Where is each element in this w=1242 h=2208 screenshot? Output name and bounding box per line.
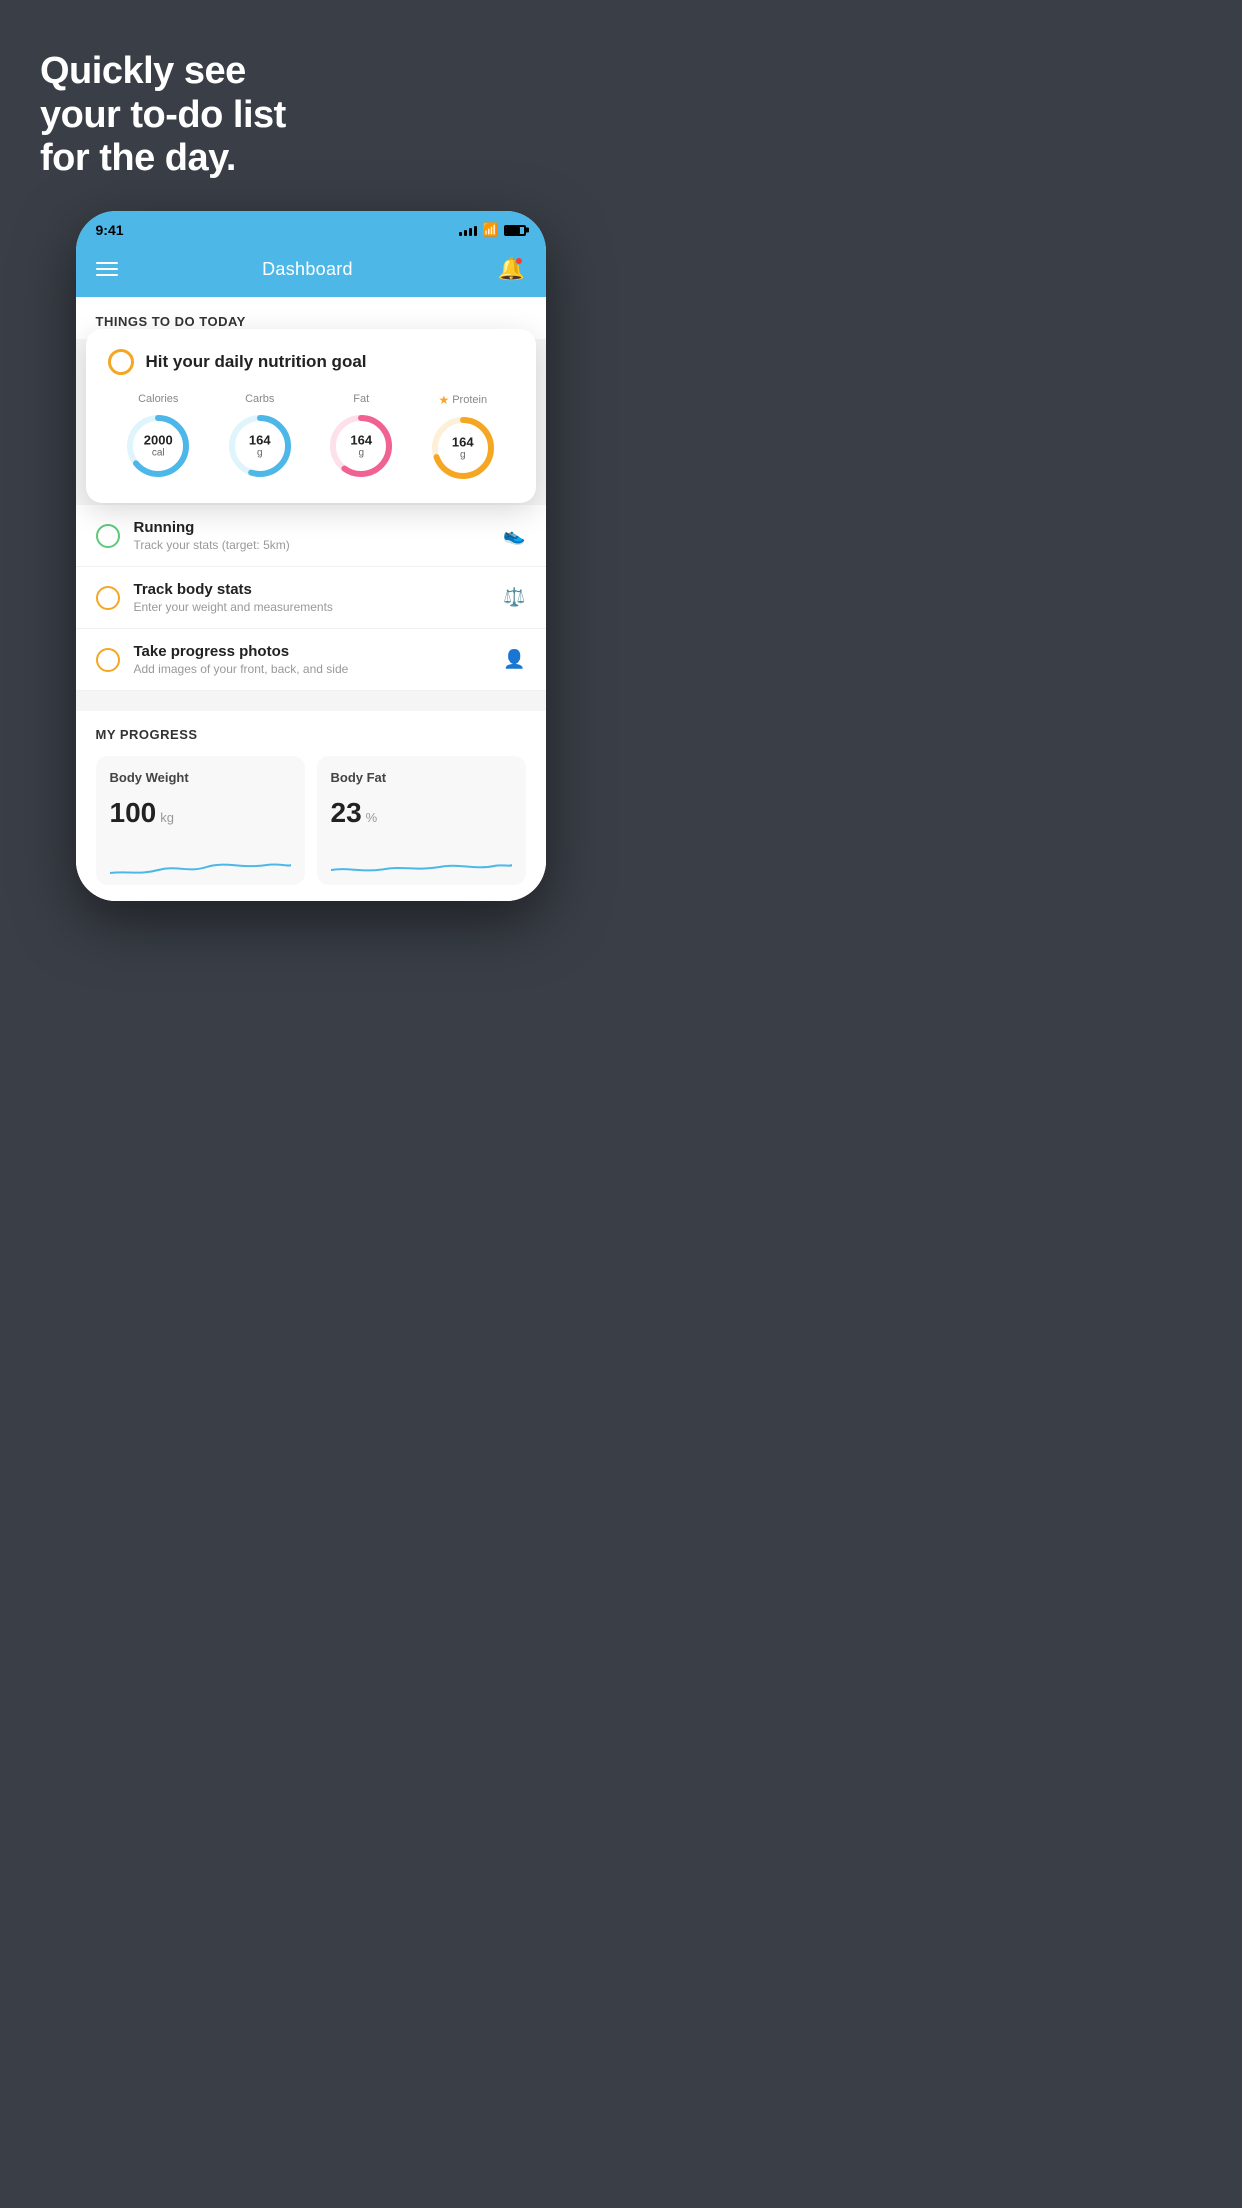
- fat-label: Fat: [353, 393, 369, 405]
- notification-bell-icon[interactable]: 🔔: [497, 255, 525, 283]
- progress-section: MY PROGRESS Body Weight 100 kg: [76, 711, 546, 901]
- protein-unit: g: [452, 450, 474, 461]
- progress-section-title: MY PROGRESS: [96, 727, 526, 742]
- carbs-unit: g: [249, 448, 271, 459]
- protein-donut: 164 g: [428, 413, 498, 483]
- battery-icon: [504, 225, 526, 236]
- body-weight-card[interactable]: Body Weight 100 kg: [96, 756, 305, 885]
- body-fat-title: Body Fat: [331, 770, 512, 785]
- todo-list: Running Track your stats (target: 5km) 👟…: [76, 505, 546, 691]
- running-title: Running: [134, 519, 490, 536]
- hamburger-menu[interactable]: [96, 262, 118, 276]
- body-fat-unit: %: [366, 810, 378, 825]
- signal-icon: [459, 224, 477, 236]
- protein-label: Protein: [452, 394, 487, 406]
- carbs-value: 164: [249, 433, 271, 447]
- headline-section: Quickly see your to-do list for the day.: [0, 0, 621, 211]
- body-weight-value: 100: [110, 797, 157, 829]
- calories-value: 2000: [144, 433, 173, 447]
- nutrition-fat: Fat 164 g: [326, 393, 396, 481]
- wifi-icon: 📶: [482, 222, 498, 238]
- nav-title: Dashboard: [262, 259, 353, 280]
- carbs-label: Carbs: [245, 393, 274, 405]
- carbs-donut: 164 g: [225, 411, 295, 481]
- fat-unit: g: [350, 448, 372, 459]
- status-time: 9:41: [96, 222, 124, 238]
- protein-label-row: ★ Protein: [438, 393, 487, 407]
- nutrition-card-title-row: Hit your daily nutrition goal: [108, 349, 514, 375]
- fat-value: 164: [350, 433, 372, 447]
- body-stats-title: Track body stats: [134, 581, 490, 598]
- calories-unit: cal: [144, 448, 173, 459]
- nutrition-protein: ★ Protein 164 g: [428, 393, 498, 483]
- camera-icon: 👤: [503, 649, 525, 670]
- todo-item-progress-photos[interactable]: Take progress photos Add images of your …: [76, 629, 546, 691]
- protein-value: 164: [452, 435, 474, 449]
- body-weight-chart: [110, 845, 291, 885]
- headline-text: Quickly see your to-do list for the day.: [40, 50, 581, 181]
- star-icon: ★: [438, 393, 449, 407]
- body-fat-chart: [331, 845, 512, 885]
- body-stats-circle: [96, 586, 120, 610]
- body-weight-unit: kg: [160, 810, 174, 825]
- body-stats-subtitle: Enter your weight and measurements: [134, 600, 490, 614]
- shoe-icon: 👟: [503, 525, 525, 546]
- nutrition-row: Calories 2000 cal: [108, 393, 514, 483]
- progress-photos-title: Take progress photos: [134, 643, 490, 660]
- running-circle: [96, 524, 120, 548]
- nutrition-card-title: Hit your daily nutrition goal: [146, 352, 367, 372]
- todo-item-running[interactable]: Running Track your stats (target: 5km) 👟: [76, 505, 546, 567]
- body-weight-title: Body Weight: [110, 770, 291, 785]
- phone-frame: 9:41 📶 Dashboard: [76, 211, 546, 901]
- nutrition-check-circle[interactable]: [108, 349, 134, 375]
- nutrition-carbs: Carbs 164 g: [225, 393, 295, 481]
- body-fat-card[interactable]: Body Fat 23 %: [317, 756, 526, 885]
- progress-photos-subtitle: Add images of your front, back, and side: [134, 662, 490, 676]
- things-to-do-title: THINGS TO DO TODAY: [96, 314, 246, 329]
- phone-wrapper: 9:41 📶 Dashboard: [76, 211, 546, 901]
- fat-donut: 164 g: [326, 411, 396, 481]
- nutrition-calories: Calories 2000 cal: [123, 393, 193, 481]
- calories-donut: 2000 cal: [123, 411, 193, 481]
- status-icons: 📶: [459, 222, 525, 238]
- running-subtitle: Track your stats (target: 5km): [134, 538, 490, 552]
- todo-item-body-stats[interactable]: Track body stats Enter your weight and m…: [76, 567, 546, 629]
- status-bar: 9:41 📶: [76, 211, 546, 245]
- nutrition-card: Hit your daily nutrition goal Calories: [86, 329, 536, 503]
- phone-content: THINGS TO DO TODAY Hit your daily nutrit…: [76, 297, 546, 901]
- body-fat-value: 23: [331, 797, 362, 829]
- calories-label: Calories: [138, 393, 178, 405]
- top-nav: Dashboard 🔔: [76, 245, 546, 297]
- progress-cards: Body Weight 100 kg Body Fat: [96, 756, 526, 885]
- scale-icon: ⚖️: [503, 587, 525, 608]
- progress-photos-circle: [96, 648, 120, 672]
